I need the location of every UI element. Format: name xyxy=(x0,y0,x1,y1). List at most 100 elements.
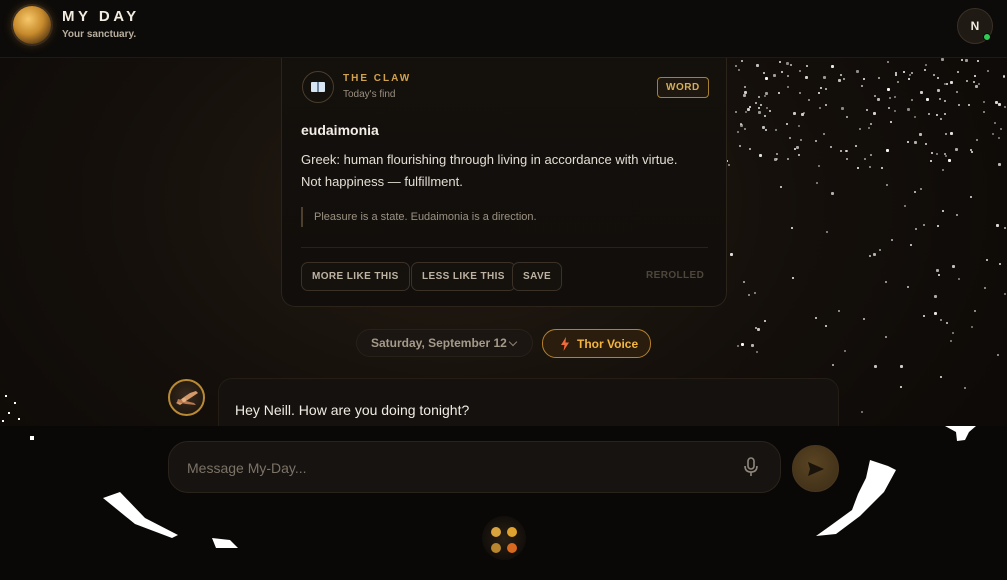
star xyxy=(941,169,944,172)
star xyxy=(907,107,911,111)
star xyxy=(14,402,16,404)
card-subtitle: Today's find xyxy=(343,89,396,100)
starfield-background xyxy=(720,58,1007,428)
star xyxy=(831,192,835,196)
star xyxy=(997,137,1000,140)
star xyxy=(924,143,927,146)
date-selector[interactable]: Saturday, September 12 xyxy=(356,329,533,357)
star xyxy=(934,294,938,298)
sun-orb-icon[interactable] xyxy=(13,6,51,44)
star xyxy=(944,112,947,115)
star xyxy=(941,210,944,213)
star xyxy=(858,128,861,131)
glare-shape-top-right xyxy=(945,426,976,441)
star xyxy=(762,71,765,74)
star xyxy=(769,109,772,112)
star xyxy=(922,223,925,226)
glare-shape-right xyxy=(816,460,896,536)
save-button[interactable]: SAVE xyxy=(512,262,563,291)
star xyxy=(992,132,995,135)
star xyxy=(825,230,828,233)
star xyxy=(860,84,863,87)
star xyxy=(787,86,790,89)
star xyxy=(801,113,805,117)
star xyxy=(931,152,934,155)
star xyxy=(754,326,757,329)
star xyxy=(799,69,802,72)
star xyxy=(778,92,781,95)
word-definition: Greek: human flourishing through living … xyxy=(301,152,678,189)
star xyxy=(920,91,924,95)
star xyxy=(775,153,778,156)
star xyxy=(773,74,777,78)
star xyxy=(900,365,904,369)
star xyxy=(922,314,925,317)
star xyxy=(1004,226,1007,229)
star xyxy=(937,225,940,228)
star xyxy=(744,110,747,113)
star xyxy=(945,82,948,85)
less-like-this-button[interactable]: LESS LIKE THIS xyxy=(411,262,516,291)
star xyxy=(8,412,10,414)
voice-toggle-button[interactable]: Thor Voice xyxy=(542,329,651,358)
star xyxy=(879,248,882,251)
microphone-icon[interactable] xyxy=(742,457,760,477)
star xyxy=(984,287,987,290)
star xyxy=(935,268,939,272)
star xyxy=(937,89,941,93)
star xyxy=(830,65,834,69)
star xyxy=(755,63,759,67)
star xyxy=(792,112,796,116)
star xyxy=(978,82,981,85)
star xyxy=(817,164,820,167)
star xyxy=(873,111,877,115)
star xyxy=(868,255,871,258)
star xyxy=(972,80,975,83)
star xyxy=(748,105,751,108)
star xyxy=(757,95,760,98)
star xyxy=(968,104,971,107)
star xyxy=(863,77,866,80)
message-input[interactable] xyxy=(187,454,727,482)
star xyxy=(764,128,767,131)
star xyxy=(831,363,834,366)
star xyxy=(885,149,889,153)
dots-grid-icon[interactable] xyxy=(482,516,526,560)
star xyxy=(936,153,939,156)
star xyxy=(861,411,864,413)
star xyxy=(965,80,968,83)
star xyxy=(742,281,745,284)
star xyxy=(789,137,792,140)
star xyxy=(885,336,888,339)
star xyxy=(839,74,842,77)
star xyxy=(838,79,842,83)
star xyxy=(894,109,897,112)
star xyxy=(735,111,738,114)
more-like-this-button[interactable]: MORE LIKE THIS xyxy=(301,262,410,291)
star xyxy=(987,70,990,73)
star xyxy=(856,166,859,169)
star xyxy=(856,70,860,74)
star xyxy=(741,342,745,346)
star xyxy=(877,98,881,102)
star xyxy=(890,121,893,124)
date-label: Saturday, September 12 xyxy=(371,336,507,350)
star xyxy=(730,252,734,256)
star xyxy=(780,71,783,74)
bolt-icon xyxy=(561,337,569,351)
star xyxy=(736,345,739,348)
star xyxy=(841,106,845,110)
star xyxy=(913,190,916,193)
star xyxy=(872,253,876,257)
message-input-container xyxy=(168,441,781,493)
star xyxy=(903,205,906,208)
message-text: Hey Neill. How are you doing tonight? xyxy=(235,402,470,418)
star xyxy=(5,395,7,397)
star xyxy=(903,71,906,74)
star xyxy=(775,128,778,131)
star xyxy=(957,278,960,281)
star xyxy=(957,70,960,73)
star xyxy=(736,131,739,134)
type-badge: WORD xyxy=(657,77,709,98)
star xyxy=(825,104,828,107)
